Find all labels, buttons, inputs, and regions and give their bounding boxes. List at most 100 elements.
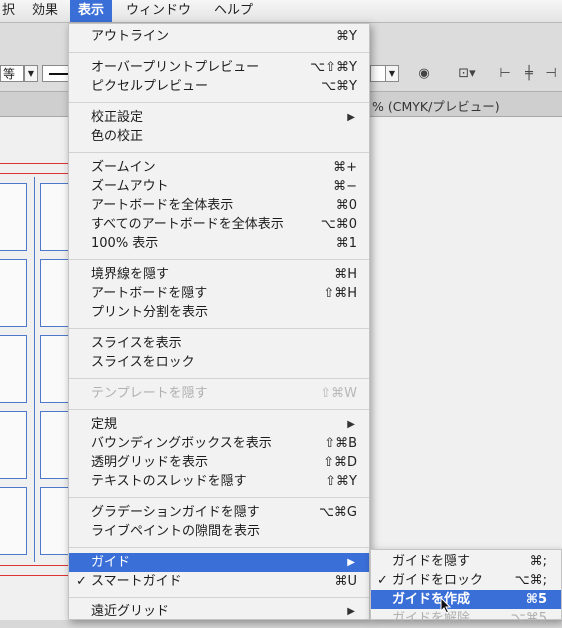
menu-item-label: ガイドをロック bbox=[392, 573, 484, 588]
menu-item-fit-all[interactable]: すべてのアートボードを全体表示 ⌥⌘0 bbox=[69, 215, 369, 234]
menu-item-rulers[interactable]: 定規 ▶ bbox=[69, 415, 369, 434]
artboard[interactable] bbox=[0, 411, 27, 479]
guides-submenu: ガイドを隠す ⌘; ✓ ガイドをロック ⌥⌘; ガイドを作成 ⌘5 ガイドを解除 ⌥⌘5 bbox=[370, 549, 562, 626]
menu-item-hide-template: テンプレートを隠す ⇧⌘W bbox=[69, 384, 369, 403]
menu-item-label: ズームイン bbox=[91, 160, 156, 175]
menu-effect[interactable]: 効果 bbox=[30, 0, 60, 22]
menu-item-hide-artboards[interactable]: アートボードを隠す ⇧⌘H bbox=[69, 284, 369, 303]
submenu-arrow-icon: ▶ bbox=[347, 557, 355, 568]
menu-item-label: 定規 bbox=[91, 417, 118, 432]
align-left-icon[interactable]: ⊢ bbox=[497, 66, 513, 82]
artboard[interactable] bbox=[40, 487, 71, 555]
stroke-profile-dropdown[interactable]: ▼ bbox=[24, 65, 38, 82]
opacity-combo[interactable] bbox=[370, 65, 386, 82]
menu-item-proof-colors[interactable]: 色の校正 bbox=[69, 127, 369, 146]
menu-item-show-slices[interactable]: スライスを表示 bbox=[69, 334, 369, 353]
menu-item-label: 境界線を隠す bbox=[91, 267, 170, 282]
menu-window[interactable]: ウィンドウ bbox=[124, 0, 193, 22]
menu-item-hide-edges[interactable]: 境界線を隠す ⌘H bbox=[69, 265, 369, 284]
menu-item-show-transparency-grid[interactable]: 透明グリッドを表示 ⇧⌘D bbox=[69, 453, 369, 472]
menu-item-pixel-preview[interactable]: ピクセルプレビュー ⌥⌘Y bbox=[69, 77, 369, 96]
menu-item-label: ライブペイントの隙間を表示 bbox=[91, 524, 261, 539]
menu-separator bbox=[69, 102, 369, 103]
menu-item-perspective-grid[interactable]: 遠近グリッド ▶ bbox=[69, 602, 369, 621]
brush-combo[interactable] bbox=[42, 65, 70, 82]
menu-separator bbox=[69, 597, 369, 598]
opacity-dropdown[interactable]: ▼ bbox=[385, 65, 399, 82]
artboard[interactable] bbox=[0, 335, 27, 403]
menu-separator bbox=[69, 409, 369, 410]
view-menu: アウトライン ⌘Y オーバープリントプレビュー ⌥⇧⌘Y ピクセルプレビュー ⌥⌘Y … bbox=[68, 23, 370, 620]
menu-item-zoom-out[interactable]: ズームアウト ⌘− bbox=[69, 177, 369, 196]
menu-item-label: ピクセルプレビュー bbox=[91, 79, 209, 94]
color-wheel-icon[interactable]: ◉ bbox=[416, 66, 432, 82]
menu-item-shortcut: ⌥⌘Y bbox=[321, 79, 357, 94]
menu-item-label: グラデーションガイドを隠す bbox=[91, 505, 260, 520]
artboard[interactable] bbox=[40, 411, 71, 479]
menu-separator bbox=[69, 547, 369, 548]
artboard[interactable] bbox=[40, 259, 71, 327]
submenu-item-make-guides[interactable]: ガイドを作成 ⌘5 bbox=[371, 590, 561, 609]
menu-item-show-print-tiling[interactable]: プリント分割を表示 bbox=[69, 303, 369, 322]
menu-separator bbox=[69, 378, 369, 379]
submenu-arrow-icon: ▶ bbox=[347, 419, 355, 430]
artboard[interactable] bbox=[40, 183, 71, 251]
menu-item-zoom-in[interactable]: ズームイン ⌘+ bbox=[69, 158, 369, 177]
menu-item-smart-guides[interactable]: ✓ スマートガイド ⌘U bbox=[69, 572, 369, 591]
menu-item-label: ガイドを隠す bbox=[392, 554, 471, 569]
menu-separator bbox=[69, 497, 369, 498]
artboard[interactable] bbox=[40, 335, 71, 403]
bleed-line bbox=[0, 173, 70, 174]
menu-item-label: オーバープリントプレビュー bbox=[91, 60, 260, 75]
menu-item-fit-artboard[interactable]: アートボードを全体表示 ⌘0 bbox=[69, 196, 369, 215]
menu-item-guides[interactable]: ガイド ▶ bbox=[69, 553, 369, 572]
align-right-icon[interactable]: ⊣ bbox=[543, 66, 559, 82]
submenu-arrow-icon: ▶ bbox=[347, 606, 355, 617]
menu-item-shortcut: ⌥⌘0 bbox=[320, 217, 357, 232]
menu-separator bbox=[69, 259, 369, 260]
document-tab-title[interactable]: % (CMYK/プレビュー) bbox=[372, 96, 500, 115]
artboard[interactable] bbox=[0, 183, 27, 251]
bleed-line bbox=[0, 163, 70, 164]
menu-item-proof-setup[interactable]: 校正設定 ▶ bbox=[69, 108, 369, 127]
menu-item-shortcut: ⌘1 bbox=[335, 236, 357, 251]
menu-item-shortcut: ⇧⌘W bbox=[320, 386, 357, 401]
menu-item-shortcut: ⌥⌘; bbox=[514, 573, 547, 588]
menu-item-label: ガイドを作成 bbox=[392, 592, 471, 607]
menu-select[interactable]: 択 bbox=[0, 0, 17, 22]
menu-item-label: 透明グリッドを表示 bbox=[91, 455, 209, 470]
menu-item-label: アウトライン bbox=[91, 29, 170, 44]
checkmark-icon: ✓ bbox=[76, 574, 87, 589]
transform-grid-icon[interactable]: ⊡▾ bbox=[456, 66, 478, 82]
menu-item-outline[interactable]: アウトライン ⌘Y bbox=[69, 27, 369, 46]
submenu-item-lock-guides[interactable]: ✓ ガイドをロック ⌥⌘; bbox=[371, 571, 561, 590]
menu-item-label: スマートガイド bbox=[91, 574, 182, 589]
artboard[interactable] bbox=[0, 259, 27, 327]
menu-item-overprint-preview[interactable]: オーバープリントプレビュー ⌥⇧⌘Y bbox=[69, 58, 369, 77]
menu-item-shortcut: ⌥⌘5 bbox=[510, 611, 547, 626]
menu-item-label: プリント分割を表示 bbox=[91, 305, 209, 320]
menu-item-shortcut: ⇧⌘Y bbox=[325, 474, 357, 489]
stroke-profile-combo[interactable]: 等 bbox=[0, 65, 24, 82]
menu-item-hide-gradient-annotator[interactable]: グラデーションガイドを隠す ⌥⌘G bbox=[69, 503, 369, 522]
menu-item-actual-size[interactable]: 100% 表示 ⌘1 bbox=[69, 234, 369, 253]
menu-item-shortcut: ⌘; bbox=[529, 554, 547, 569]
menu-help[interactable]: ヘルプ bbox=[212, 0, 255, 22]
menu-item-show-bounding-box[interactable]: バウンディングボックスを表示 ⇧⌘B bbox=[69, 434, 369, 453]
menu-item-label: すべてのアートボードを全体表示 bbox=[91, 217, 284, 232]
menu-item-shortcut: ⌘0 bbox=[335, 198, 357, 213]
menu-item-shortcut: ⌘U bbox=[334, 574, 357, 589]
dropdown-arrow-icon: ▼ bbox=[388, 69, 396, 78]
submenu-item-release-guides[interactable]: ガイドを解除 ⌥⌘5 bbox=[371, 609, 561, 628]
submenu-item-hide-guides[interactable]: ガイドを隠す ⌘; bbox=[371, 552, 561, 571]
menu-item-lock-slices[interactable]: スライスをロック bbox=[69, 353, 369, 372]
bleed-line bbox=[0, 565, 70, 566]
menu-item-label: ズームアウト bbox=[91, 179, 169, 194]
align-center-icon[interactable]: ╪ bbox=[521, 66, 537, 82]
menu-item-show-live-paint-gaps[interactable]: ライブペイントの隙間を表示 bbox=[69, 522, 369, 541]
menu-item-label: アートボードを隠す bbox=[91, 286, 208, 301]
artboard[interactable] bbox=[0, 487, 27, 555]
menu-item-hide-text-threads[interactable]: テキストのスレッドを隠す ⇧⌘Y bbox=[69, 472, 369, 491]
menu-view[interactable]: 表示 bbox=[70, 0, 113, 22]
pointer-cursor-icon bbox=[440, 597, 452, 614]
